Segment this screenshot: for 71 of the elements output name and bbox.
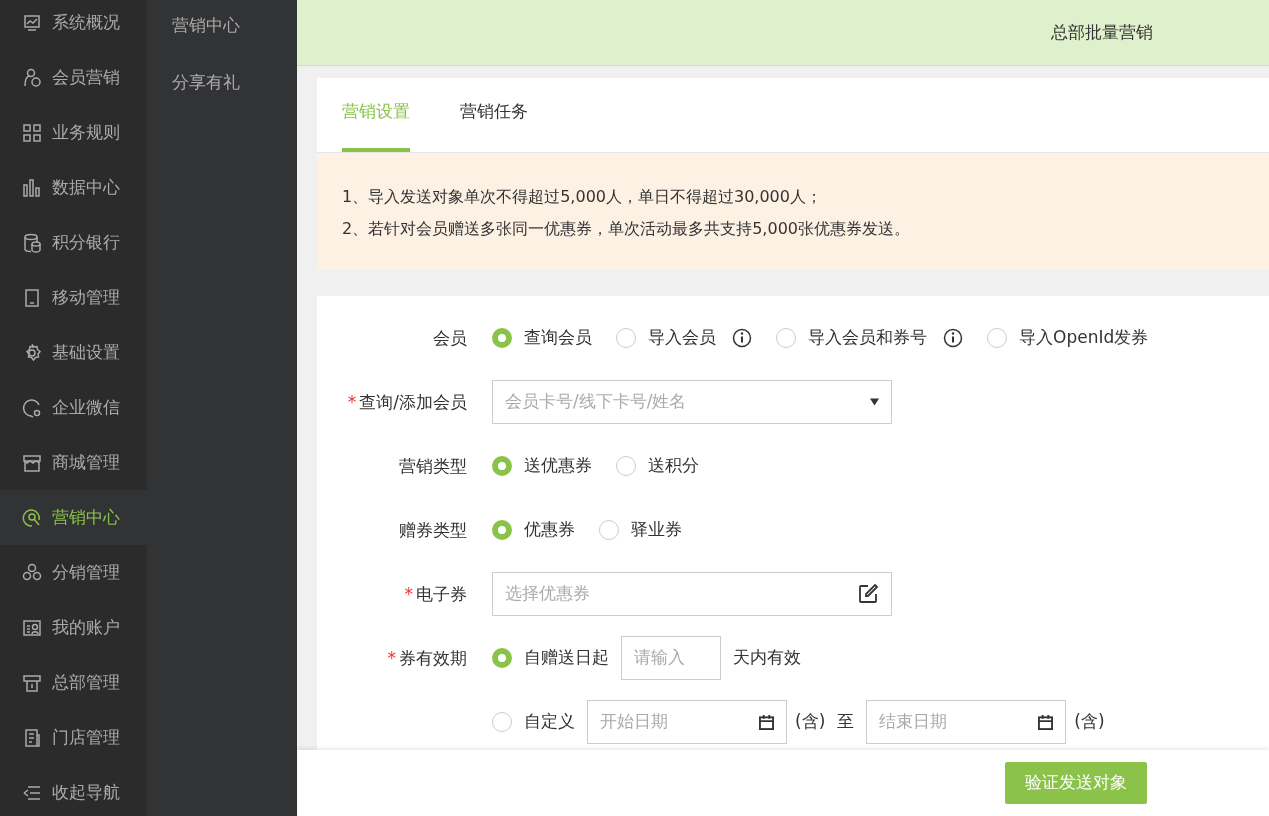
calendar-icon [759, 714, 774, 730]
radio-button[interactable] [492, 648, 512, 668]
radio-label[interactable]: 自赠送日起 [524, 645, 609, 671]
radio-button[interactable] [599, 520, 619, 540]
three-circles-icon [22, 562, 42, 583]
radio-button[interactable] [616, 328, 636, 348]
bar-chart-icon [22, 177, 42, 198]
person-icon [22, 67, 42, 88]
chat-icon [22, 397, 42, 418]
radio-label[interactable]: 导入会员 [648, 325, 716, 351]
sidebar-item[interactable]: 营销中心 [0, 490, 147, 545]
sidebar-item[interactable]: 分销管理 [0, 545, 147, 600]
field-label: 查询/添加会员 [359, 392, 467, 412]
required-mark: * [404, 584, 413, 604]
calendar-icon [1038, 714, 1054, 730]
sidebar-item[interactable]: 积分银行 [0, 215, 147, 270]
radio-button[interactable] [987, 328, 1007, 348]
radio-button[interactable] [492, 712, 512, 732]
field-label: 电子券 [416, 584, 467, 604]
required-mark: * [387, 648, 396, 668]
sidebar-item[interactable]: 商城管理 [0, 435, 147, 490]
radio-button[interactable] [616, 456, 636, 476]
page-title: 总部批量营销 [1051, 20, 1153, 44]
field-label: 营销类型 [399, 456, 467, 476]
field-text: 至 [837, 710, 855, 734]
sidebar-item[interactable]: 数据中心 [0, 160, 147, 215]
radio-label[interactable]: 送优惠券 [524, 453, 592, 479]
radio-label[interactable]: 导入OpenId发券 [1019, 325, 1149, 351]
radio-label[interactable]: 导入会员和券号 [808, 325, 927, 351]
radio-button[interactable] [492, 456, 512, 476]
sidebar-item[interactable]: 系统概况 [0, 0, 147, 50]
sidebar-item[interactable]: 基础设置 [0, 325, 147, 380]
counter-icon [22, 672, 42, 693]
tab[interactable]: 营销任务 [460, 98, 528, 152]
sidebar-item[interactable]: 会员营销 [0, 50, 147, 105]
sidebar-item[interactable]: 门店管理 [0, 710, 147, 765]
radio-button[interactable] [776, 328, 796, 348]
database-icon [22, 232, 42, 253]
monitor-icon [22, 12, 42, 33]
radio-label[interactable]: 查询会员 [524, 325, 592, 351]
sidebar-item[interactable]: 收起导航 [0, 765, 147, 816]
sidebar-item[interactable]: 业务规则 [0, 105, 147, 160]
sidebar-item[interactable]: 总部管理 [0, 655, 147, 710]
sidebar-item[interactable]: 企业微信 [0, 380, 147, 435]
sidebar-item[interactable]: 我的账户 [0, 600, 147, 655]
field-text: 天内有效 [733, 646, 801, 670]
radio-button[interactable] [492, 328, 512, 348]
field-text: (含) [795, 710, 826, 734]
account-icon [22, 617, 42, 638]
radio-label[interactable]: 送积分 [648, 453, 699, 479]
field-label: 券有效期 [399, 648, 467, 668]
notice-text: 2、若针对会员赠送多张同一优惠券，单次活动最多共支持5,000张优惠券发送。 [342, 218, 911, 240]
field-label: 赠券类型 [399, 520, 467, 540]
radio-label[interactable]: 驿业券 [631, 517, 682, 543]
required-mark: * [347, 392, 357, 412]
radio-label[interactable]: 优惠券 [524, 517, 575, 543]
search-icon [22, 507, 42, 528]
store-icon [22, 452, 42, 473]
sidebar-item[interactable]: 移动管理 [0, 270, 147, 325]
notice-text: 1、导入发送对象单次不得超过5,000人，单日不得超过30,000人； [342, 186, 823, 208]
radio-button[interactable] [492, 520, 512, 540]
radio-label[interactable]: 自定义 [524, 709, 575, 735]
document-icon [22, 727, 42, 748]
caret-icon [870, 398, 879, 406]
field-label: 会员 [433, 328, 467, 348]
submenu-item[interactable]: 分享有礼 [147, 57, 297, 114]
submenu-item[interactable]: 营销中心 [147, 0, 297, 57]
phone-icon [22, 287, 42, 308]
field-text: (含) [1074, 710, 1105, 734]
grid-icon [22, 122, 42, 143]
edit-icon [857, 583, 879, 605]
